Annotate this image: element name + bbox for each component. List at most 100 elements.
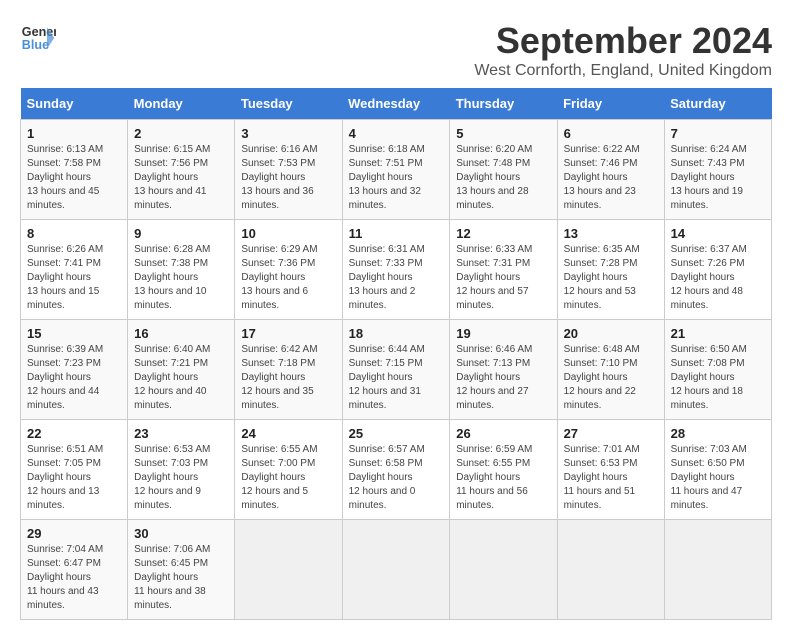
day-info: Sunrise: 6:53 AMSunset: 7:03 PMDaylight …	[134, 444, 210, 511]
table-cell: 11 Sunrise: 6:31 AMSunset: 7:33 PMDaylig…	[342, 220, 450, 320]
header-thursday: Thursday	[450, 88, 557, 120]
day-number: 6	[564, 126, 658, 141]
day-info: Sunrise: 6:15 AMSunset: 7:56 PMDaylight …	[134, 144, 210, 211]
header-saturday: Saturday	[664, 88, 771, 120]
day-number: 29	[27, 526, 121, 541]
table-cell: 16 Sunrise: 6:40 AMSunset: 7:21 PMDaylig…	[128, 320, 235, 420]
table-cell	[557, 520, 664, 620]
table-cell: 9 Sunrise: 6:28 AMSunset: 7:38 PMDayligh…	[128, 220, 235, 320]
day-number: 16	[134, 326, 228, 341]
table-row: 15 Sunrise: 6:39 AMSunset: 7:23 PMDaylig…	[21, 320, 772, 420]
table-cell: 28 Sunrise: 7:03 AMSunset: 6:50 PMDaylig…	[664, 420, 771, 520]
day-number: 5	[456, 126, 550, 141]
header-sunday: Sunday	[21, 88, 128, 120]
day-number: 15	[27, 326, 121, 341]
day-number: 13	[564, 226, 658, 241]
day-info: Sunrise: 6:55 AMSunset: 7:00 PMDaylight …	[241, 444, 317, 511]
day-info: Sunrise: 6:48 AMSunset: 7:10 PMDaylight …	[564, 344, 640, 411]
day-info: Sunrise: 6:29 AMSunset: 7:36 PMDaylight …	[241, 244, 317, 311]
day-info: Sunrise: 6:59 AMSunset: 6:55 PMDaylight …	[456, 444, 532, 511]
day-number: 4	[349, 126, 444, 141]
day-number: 7	[671, 126, 765, 141]
logo: General Blue	[20, 20, 56, 56]
day-info: Sunrise: 6:18 AMSunset: 7:51 PMDaylight …	[349, 144, 425, 211]
table-cell: 30 Sunrise: 7:06 AMSunset: 6:45 PMDaylig…	[128, 520, 235, 620]
day-number: 26	[456, 426, 550, 441]
table-cell	[450, 520, 557, 620]
table-cell: 3 Sunrise: 6:16 AMSunset: 7:53 PMDayligh…	[235, 120, 342, 220]
month-title: September 2024	[474, 20, 772, 62]
day-info: Sunrise: 6:51 AMSunset: 7:05 PMDaylight …	[27, 444, 103, 511]
day-info: Sunrise: 6:33 AMSunset: 7:31 PMDaylight …	[456, 244, 532, 311]
header-wednesday: Wednesday	[342, 88, 450, 120]
table-cell: 13 Sunrise: 6:35 AMSunset: 7:28 PMDaylig…	[557, 220, 664, 320]
table-cell: 1 Sunrise: 6:13 AMSunset: 7:58 PMDayligh…	[21, 120, 128, 220]
day-info: Sunrise: 6:16 AMSunset: 7:53 PMDaylight …	[241, 144, 317, 211]
table-row: 22 Sunrise: 6:51 AMSunset: 7:05 PMDaylig…	[21, 420, 772, 520]
table-cell: 5 Sunrise: 6:20 AMSunset: 7:48 PMDayligh…	[450, 120, 557, 220]
table-cell: 8 Sunrise: 6:26 AMSunset: 7:41 PMDayligh…	[21, 220, 128, 320]
day-info: Sunrise: 6:46 AMSunset: 7:13 PMDaylight …	[456, 344, 532, 411]
table-cell: 25 Sunrise: 6:57 AMSunset: 6:58 PMDaylig…	[342, 420, 450, 520]
table-cell: 12 Sunrise: 6:33 AMSunset: 7:31 PMDaylig…	[450, 220, 557, 320]
table-cell: 22 Sunrise: 6:51 AMSunset: 7:05 PMDaylig…	[21, 420, 128, 520]
table-cell: 26 Sunrise: 6:59 AMSunset: 6:55 PMDaylig…	[450, 420, 557, 520]
table-cell: 15 Sunrise: 6:39 AMSunset: 7:23 PMDaylig…	[21, 320, 128, 420]
day-info: Sunrise: 6:37 AMSunset: 7:26 PMDaylight …	[671, 244, 747, 311]
day-number: 21	[671, 326, 765, 341]
table-cell	[664, 520, 771, 620]
day-number: 30	[134, 526, 228, 541]
table-cell: 2 Sunrise: 6:15 AMSunset: 7:56 PMDayligh…	[128, 120, 235, 220]
table-cell: 7 Sunrise: 6:24 AMSunset: 7:43 PMDayligh…	[664, 120, 771, 220]
table-cell: 21 Sunrise: 6:50 AMSunset: 7:08 PMDaylig…	[664, 320, 771, 420]
day-number: 9	[134, 226, 228, 241]
day-info: Sunrise: 6:13 AMSunset: 7:58 PMDaylight …	[27, 144, 103, 211]
day-info: Sunrise: 6:42 AMSunset: 7:18 PMDaylight …	[241, 344, 317, 411]
header-tuesday: Tuesday	[235, 88, 342, 120]
day-number: 22	[27, 426, 121, 441]
day-number: 3	[241, 126, 335, 141]
table-row: 29 Sunrise: 7:04 AMSunset: 6:47 PMDaylig…	[21, 520, 772, 620]
day-number: 27	[564, 426, 658, 441]
day-number: 17	[241, 326, 335, 341]
table-cell: 14 Sunrise: 6:37 AMSunset: 7:26 PMDaylig…	[664, 220, 771, 320]
table-cell: 18 Sunrise: 6:44 AMSunset: 7:15 PMDaylig…	[342, 320, 450, 420]
day-number: 23	[134, 426, 228, 441]
table-cell: 29 Sunrise: 7:04 AMSunset: 6:47 PMDaylig…	[21, 520, 128, 620]
day-number: 28	[671, 426, 765, 441]
day-info: Sunrise: 6:40 AMSunset: 7:21 PMDaylight …	[134, 344, 210, 411]
day-info: Sunrise: 7:01 AMSunset: 6:53 PMDaylight …	[564, 444, 640, 511]
table-cell: 6 Sunrise: 6:22 AMSunset: 7:46 PMDayligh…	[557, 120, 664, 220]
day-info: Sunrise: 6:57 AMSunset: 6:58 PMDaylight …	[349, 444, 425, 511]
table-cell: 27 Sunrise: 7:01 AMSunset: 6:53 PMDaylig…	[557, 420, 664, 520]
day-number: 11	[349, 226, 444, 241]
day-number: 2	[134, 126, 228, 141]
page-header: General Blue September 2024 West Cornfor…	[20, 20, 772, 80]
day-number: 1	[27, 126, 121, 141]
logo-icon: General Blue	[20, 20, 56, 56]
day-info: Sunrise: 6:50 AMSunset: 7:08 PMDaylight …	[671, 344, 747, 411]
day-info: Sunrise: 6:39 AMSunset: 7:23 PMDaylight …	[27, 344, 103, 411]
day-info: Sunrise: 7:03 AMSunset: 6:50 PMDaylight …	[671, 444, 747, 511]
day-number: 25	[349, 426, 444, 441]
table-cell: 23 Sunrise: 6:53 AMSunset: 7:03 PMDaylig…	[128, 420, 235, 520]
table-cell	[342, 520, 450, 620]
table-cell: 17 Sunrise: 6:42 AMSunset: 7:18 PMDaylig…	[235, 320, 342, 420]
table-cell: 19 Sunrise: 6:46 AMSunset: 7:13 PMDaylig…	[450, 320, 557, 420]
table-cell: 24 Sunrise: 6:55 AMSunset: 7:00 PMDaylig…	[235, 420, 342, 520]
day-info: Sunrise: 7:04 AMSunset: 6:47 PMDaylight …	[27, 544, 103, 611]
day-info: Sunrise: 6:24 AMSunset: 7:43 PMDaylight …	[671, 144, 747, 211]
header-friday: Friday	[557, 88, 664, 120]
table-row: 1 Sunrise: 6:13 AMSunset: 7:58 PMDayligh…	[21, 120, 772, 220]
day-info: Sunrise: 6:44 AMSunset: 7:15 PMDaylight …	[349, 344, 425, 411]
day-number: 10	[241, 226, 335, 241]
table-cell: 20 Sunrise: 6:48 AMSunset: 7:10 PMDaylig…	[557, 320, 664, 420]
day-number: 24	[241, 426, 335, 441]
day-number: 14	[671, 226, 765, 241]
day-number: 18	[349, 326, 444, 341]
day-info: Sunrise: 7:06 AMSunset: 6:45 PMDaylight …	[134, 544, 210, 611]
day-info: Sunrise: 6:28 AMSunset: 7:38 PMDaylight …	[134, 244, 210, 311]
day-info: Sunrise: 6:20 AMSunset: 7:48 PMDaylight …	[456, 144, 532, 211]
calendar-table: Sunday Monday Tuesday Wednesday Thursday…	[20, 88, 772, 620]
day-number: 19	[456, 326, 550, 341]
